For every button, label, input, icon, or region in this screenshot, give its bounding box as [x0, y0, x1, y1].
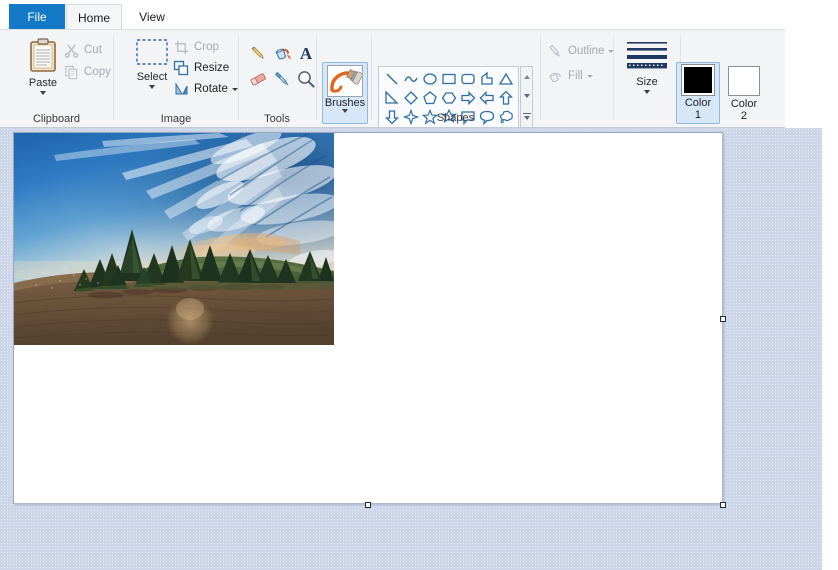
- hexagon-shape-icon[interactable]: [439, 88, 458, 107]
- brushes-dropdown-caret[interactable]: [342, 109, 348, 113]
- brushes-button[interactable]: Brushes: [322, 62, 368, 124]
- cut-label: Cut: [84, 44, 102, 56]
- canvas-resize-handle-corner[interactable]: [720, 502, 726, 508]
- group-label-clipboard: Clipboard: [32, 113, 81, 125]
- tab-home-label: Home: [77, 10, 110, 25]
- color-1-swatch: [681, 64, 715, 96]
- fill-button[interactable]: Fill: [546, 67, 593, 85]
- select-button[interactable]: Select: [126, 38, 178, 89]
- rotate-dropdown-caret[interactable]: [231, 87, 238, 91]
- select-dropdown-caret[interactable]: [149, 85, 155, 89]
- resize-icon: [172, 59, 190, 77]
- group-label-image: Image: [160, 113, 192, 125]
- outline-pen-icon: [546, 42, 564, 60]
- right-triangle-shape-icon[interactable]: [382, 88, 401, 107]
- select-label: Select: [136, 71, 168, 83]
- group-divider-4: [371, 36, 372, 120]
- ribbon-tab-strip: File Home View: [0, 0, 785, 30]
- magnifier-icon[interactable]: [295, 68, 317, 90]
- canvas-image[interactable]: [14, 133, 334, 345]
- paint-canvas[interactable]: [14, 133, 722, 503]
- ribbon-group-outline-fill: Outline Fill: [541, 30, 615, 128]
- size-button[interactable]: Size: [626, 36, 668, 94]
- canvas-resize-handle-right[interactable]: [720, 316, 726, 322]
- color-2-label-line2: 2: [740, 110, 748, 122]
- fill-label: Fill: [568, 70, 583, 82]
- text-a-icon[interactable]: A: [295, 42, 317, 64]
- right-arrow-shape-icon[interactable]: [458, 88, 477, 107]
- cut-button[interactable]: Cut: [62, 41, 102, 59]
- copy-label: Copy: [84, 66, 111, 78]
- size-label: Size: [636, 76, 658, 88]
- rotate-button[interactable]: Rotate: [172, 80, 238, 98]
- ribbon-group-clipboard: Paste Cut Copy Clipboard: [0, 30, 113, 128]
- group-label-shapes: Shapes: [436, 112, 475, 124]
- paintbrush-icon: [327, 65, 363, 97]
- outline-label: Outline: [568, 45, 605, 57]
- scissors-icon: [62, 41, 80, 59]
- resize-label: Resize: [194, 62, 230, 74]
- pencil-icon[interactable]: [247, 42, 269, 64]
- group-divider-3: [316, 36, 317, 120]
- tab-file[interactable]: File: [9, 4, 65, 29]
- outline-button[interactable]: Outline: [546, 42, 615, 60]
- crop-icon: [172, 38, 190, 56]
- ribbon: Paste Cut Copy Clipboard Select Crop Res…: [0, 29, 785, 128]
- pentagon-shape-icon[interactable]: [420, 88, 439, 107]
- tab-view-label: View: [139, 10, 165, 24]
- paste-dropdown-caret[interactable]: [40, 91, 46, 95]
- ribbon-group-image: Select Crop Resize Rotate Image: [114, 30, 238, 128]
- canvas-work-area[interactable]: [0, 128, 822, 570]
- color-1-label-line1: Color: [684, 97, 712, 109]
- color-2-label-line1: Color: [730, 98, 758, 110]
- crop-label: Crop: [194, 41, 219, 53]
- color-1-button[interactable]: Color 1: [676, 62, 720, 124]
- canvas-resize-handle-bottom[interactable]: [365, 502, 371, 508]
- curve-shape-icon[interactable]: [401, 69, 420, 88]
- paste-label: Paste: [28, 77, 58, 89]
- tab-file-label: File: [27, 9, 47, 24]
- triangle-shape-icon[interactable]: [496, 69, 515, 88]
- fill-bucket-icon: [546, 67, 564, 85]
- window-right-filler: [822, 0, 838, 570]
- ribbon-group-size: Size: [614, 30, 680, 128]
- line-size-icon: [626, 36, 668, 74]
- scroll-down-icon[interactable]: [523, 93, 530, 98]
- copy-button[interactable]: Copy: [62, 63, 111, 81]
- copy-pages-icon: [62, 63, 80, 81]
- color-picker-icon[interactable]: [271, 68, 293, 90]
- group-label-tools: Tools: [264, 113, 290, 125]
- svg-text:A: A: [300, 44, 313, 63]
- rectangle-shape-icon[interactable]: [439, 69, 458, 88]
- fill-dropdown-caret[interactable]: [586, 74, 593, 78]
- paste-button[interactable]: Paste: [18, 38, 68, 95]
- scroll-up-icon[interactable]: [523, 74, 530, 79]
- color-1-label-line2: 1: [694, 109, 702, 121]
- eraser-icon[interactable]: [247, 68, 269, 90]
- rotate-icon: [172, 80, 190, 98]
- resize-button[interactable]: Resize: [172, 59, 229, 77]
- up-arrow-shape-icon[interactable]: [496, 88, 515, 107]
- rotate-label: Rotate: [194, 83, 228, 95]
- dashed-rectangle-icon: [135, 38, 169, 69]
- color-2-swatch: [728, 66, 760, 96]
- tab-home[interactable]: Home: [66, 4, 122, 30]
- left-arrow-shape-icon[interactable]: [477, 88, 496, 107]
- polygon-shape-icon[interactable]: [477, 69, 496, 88]
- diamond-shape-icon[interactable]: [401, 88, 420, 107]
- line-shape-icon[interactable]: [382, 69, 401, 88]
- crop-button[interactable]: Crop: [172, 38, 219, 56]
- rounded-rectangle-shape-icon[interactable]: [458, 69, 477, 88]
- size-dropdown-caret[interactable]: [644, 90, 650, 94]
- oval-shape-icon[interactable]: [420, 69, 439, 88]
- tab-view[interactable]: View: [124, 5, 180, 29]
- brushes-label: Brushes: [324, 97, 366, 109]
- color-2-button[interactable]: Color 2: [722, 62, 766, 124]
- clipboard-icon: [28, 38, 58, 75]
- paint-window: File Home View Paste Cut Copy Clipboard …: [0, 0, 838, 570]
- paint-bucket-icon[interactable]: [271, 42, 293, 64]
- ribbon-group-tools: A Tools: [239, 30, 315, 128]
